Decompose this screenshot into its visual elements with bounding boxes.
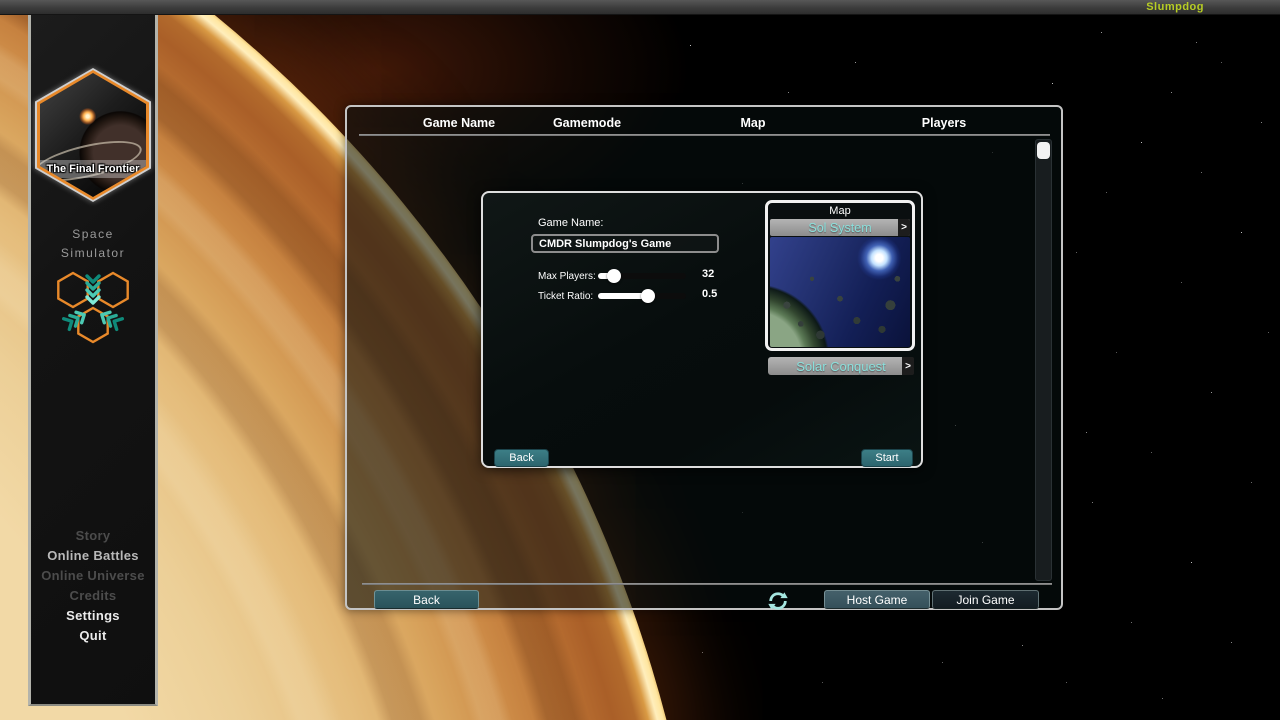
menu-item-settings[interactable]: Settings [31,606,155,626]
menu-item-story[interactable]: Story [31,526,155,546]
column-header-game-name: Game Name [423,116,495,130]
host-game-button[interactable]: Host Game [824,590,930,609]
gamemode-selection: Solar Conquest > [768,357,914,375]
header-divider [359,134,1050,136]
column-header-players: Players [922,116,966,130]
hex-cluster-icon [45,262,141,358]
scrollbar-thumb[interactable] [1037,142,1050,159]
logo-title: The Final Frontier [47,163,140,175]
map-selector[interactable]: Sol System > [770,219,910,236]
max-players-label: Max Players: [538,271,596,282]
menu-item-quit[interactable]: Quit [31,626,155,646]
map-next-button[interactable]: > [898,219,910,236]
max-players-slider[interactable] [598,273,686,279]
gamemode-next-button[interactable]: > [902,357,914,375]
refresh-icon[interactable] [767,590,789,612]
game-logo: The Final Frontier [35,68,151,202]
app-subtitle: Space Simulator [31,225,155,263]
max-players-value: 32 [702,268,714,280]
map-panel-title: Map [770,205,910,219]
browser-back-button[interactable]: Back [374,590,479,609]
host-game-dialog: Game Name: Max Players: 32 Ticket Ratio:… [481,191,923,468]
selected-map: Sol System [808,221,871,235]
game-screen: Slumpdog The Final Frontier Space Simula… [0,0,1280,720]
gamemode-selector[interactable]: Solar Conquest > [768,357,914,375]
menu-item-credits[interactable]: Credits [31,586,155,606]
column-header-map: Map [741,116,766,130]
ticket-ratio-slider[interactable] [598,293,686,299]
map-preview-image [770,237,910,347]
game-name-label: Game Name: [538,217,603,229]
ticket-ratio-slider-knob[interactable] [641,289,655,303]
logo-title-strip: The Final Frontier [40,160,146,178]
top-status-bar: Slumpdog [0,0,1280,15]
menu-item-online-battles[interactable]: Online Battles [31,546,155,566]
menu-item-online-universe[interactable]: Online Universe [31,566,155,586]
max-players-slider-knob[interactable] [607,269,621,283]
map-selection-panel: Map Sol System > [765,200,915,351]
join-game-button[interactable]: Join Game [932,590,1039,609]
selected-gamemode: Solar Conquest [796,359,886,374]
column-header-gamemode: Gamemode [553,116,621,130]
footer-divider [362,583,1052,585]
ticket-ratio-value: 0.5 [702,288,717,300]
ticket-ratio-label: Ticket Ratio: [538,291,593,302]
main-menu: Story Online Battles Online Universe Cre… [31,526,155,646]
dialog-back-button[interactable]: Back [494,449,549,467]
game-name-input[interactable] [531,234,719,253]
player-username: Slumpdog [1146,1,1204,13]
main-menu-sidebar: The Final Frontier Space Simulator [28,15,158,706]
start-button[interactable]: Start [861,449,913,467]
server-list-scrollbar[interactable] [1035,139,1052,581]
